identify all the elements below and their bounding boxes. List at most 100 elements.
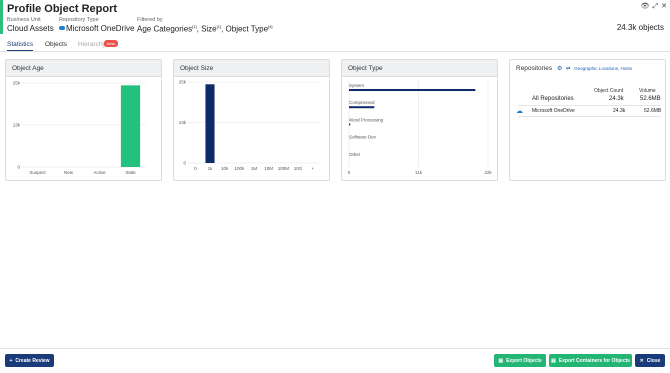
y-tick-label: 25k [179, 80, 187, 85]
filter-type[interactable]: Object Type [226, 25, 269, 34]
x-tick-label: 0 [194, 166, 197, 171]
repositories-title: Repositories [516, 65, 553, 72]
plus-icon: + [9, 357, 13, 364]
close-button[interactable]: ✕ Close [635, 354, 665, 367]
object-age-panel: Object Age 25k 13k 0 Suspect New Active Stale [5, 59, 162, 181]
filter-age[interactable]: Age Categories [137, 25, 192, 34]
table-header-row: Object Count Volume [518, 86, 661, 94]
x-tick-label: Stale [125, 170, 136, 175]
close-label: Close [646, 357, 661, 364]
repositories-link[interactable]: Geographic Locations, Hosts [574, 66, 632, 71]
object-age-chart: 25k 13k 0 Suspect New Active Stale [13, 81, 146, 175]
object-size-title: Object Size [174, 60, 329, 77]
x-tick-label: New [64, 170, 74, 175]
swap-icon[interactable]: ⇄ [566, 66, 570, 72]
window-controls: 👁 ⤢ ✕ [638, 2, 667, 11]
filter-type-count: [4] [268, 24, 273, 29]
y-tick-label: System [349, 83, 364, 88]
bar [349, 106, 375, 109]
object-type-title: Object Type [342, 60, 497, 77]
repo-count: 24.3k [609, 96, 624, 102]
business-unit-label: Business Unit [7, 17, 41, 23]
x-tick-label: 10G [294, 166, 303, 171]
filter-age-count: [1] [192, 24, 197, 29]
repo-count: 24.3k [613, 108, 626, 114]
tab-bar: Statistics Objects Hierarchy beta [0, 40, 670, 52]
onedrive-cloud-icon [59, 26, 65, 30]
table-row[interactable]: ☁ Microsoft OneDrive 24.3k 52.6MB [516, 106, 662, 117]
x-tick-label: 22k [484, 170, 492, 175]
repo-name: All Repositories [532, 96, 574, 102]
expand-icon[interactable]: ⤢ [653, 3, 659, 10]
repository-type-value: Microsoft OneDrive [66, 24, 135, 33]
y-tick-label: 13k [13, 123, 21, 128]
object-type-panel: Object Type 0 11k 22k System Compressed Word … [341, 59, 498, 181]
business-unit-value: Cloud Assets [7, 24, 54, 33]
object-age-title: Object Age [6, 60, 161, 77]
repository-type-group: Repository Type Microsoft OneDrive [59, 17, 134, 33]
y-tick-label: Compressed [349, 100, 375, 105]
page-title: Profile Object Report [7, 3, 118, 15]
business-unit-group: Business Unit Cloud Assets [7, 17, 54, 33]
footer-bar: + Create Review ▤ Export Objects ▤ Export C… [0, 348, 670, 373]
x-tick-label: 100M [278, 166, 290, 171]
y-tick-label: Word Processing [349, 117, 384, 122]
object-size-panel: Object Size 25k 13k 0 0 1k 10k 100k 1M 10M 100M 10… [173, 59, 330, 181]
total-objects: 24.3k objects [616, 23, 664, 32]
file-icon: ▤ [551, 357, 556, 364]
export-containers-label: Export Containers for Objects [558, 357, 630, 364]
y-tick-label: Software Dev [349, 135, 377, 140]
y-tick-label: 0 [17, 165, 20, 170]
repo-volume: 52.6MB [640, 96, 661, 102]
export-objects-label: Export Objects [506, 357, 542, 364]
accent-bar [0, 0, 3, 34]
tab-statistics[interactable]: Statistics [7, 41, 34, 51]
x-tick-label: Active [93, 170, 106, 175]
repository-type-value-wrap: Microsoft OneDrive [59, 24, 134, 33]
repositories-panel: Repositories ⚙ ⇄ Geographic Locations, H… [509, 59, 666, 181]
eye-icon[interactable]: 👁 [641, 3, 650, 10]
x-tick-label: 1k [208, 166, 214, 171]
x-tick-label: Suspect [29, 170, 46, 175]
repositories-table: Object Count Volume All Repositories 24.… [516, 86, 662, 117]
bar [120, 85, 141, 167]
filter-size-count: [1] [216, 24, 222, 29]
y-tick-label: 0 [183, 161, 186, 166]
tab-hierarchy[interactable]: Hierarchy [78, 41, 106, 50]
filter-list: Age Categories[1], Size[1], Object Type[… [137, 24, 273, 34]
filtered-by-label: Filtered by [137, 17, 163, 23]
repo-name: Microsoft OneDrive [532, 108, 575, 114]
object-type-chart: 0 11k 22k System Compressed Word Processing So… [348, 81, 492, 175]
x-tick-label: 1M [251, 166, 258, 171]
close-icon[interactable]: ✕ [661, 3, 667, 10]
close-icon: ✕ [639, 357, 644, 364]
tab-objects[interactable]: Objects [45, 41, 67, 50]
report-header: Profile Object Report Business Unit Clou… [0, 0, 670, 38]
export-containers-button[interactable]: ▤ Export Containers for Objects [549, 354, 632, 367]
repository-type-label: Repository Type [59, 17, 99, 23]
filter-size[interactable]: Size [201, 25, 217, 34]
x-tick-label: + [311, 166, 314, 171]
x-tick-label: 100k [234, 166, 245, 171]
create-review-label: Create Review [15, 357, 50, 364]
bar [349, 123, 351, 126]
y-tick-label: Other [349, 152, 361, 157]
settings-icon[interactable]: ⚙ [557, 66, 562, 72]
object-size-chart: 25k 13k 0 0 1k 10k 100k 1M 10M 100M 10G + [179, 80, 320, 171]
bar [349, 89, 476, 92]
x-tick-label: 10k [221, 166, 229, 171]
table-row[interactable]: All Repositories 24.3k 52.6MB [518, 94, 661, 106]
export-objects-button[interactable]: ▤ Export Objects [494, 354, 546, 367]
export-icon: ▤ [498, 357, 504, 364]
y-tick-label: 13k [179, 120, 187, 125]
x-tick-label: 11k [415, 170, 423, 175]
bar [205, 84, 215, 163]
x-tick-label: 10M [264, 166, 273, 171]
x-tick-label: 0 [348, 170, 351, 175]
filtered-by-group: Filtered by Age Categories[1], Size[1], … [137, 17, 273, 34]
repositories-header: Repositories ⚙ ⇄ Geographic Locations, H… [510, 60, 665, 77]
y-tick-label: 25k [13, 81, 21, 86]
beta-badge: beta [104, 40, 118, 47]
create-review-button[interactable]: + Create Review [5, 354, 54, 367]
repo-volume: 52.6MB [644, 108, 662, 114]
